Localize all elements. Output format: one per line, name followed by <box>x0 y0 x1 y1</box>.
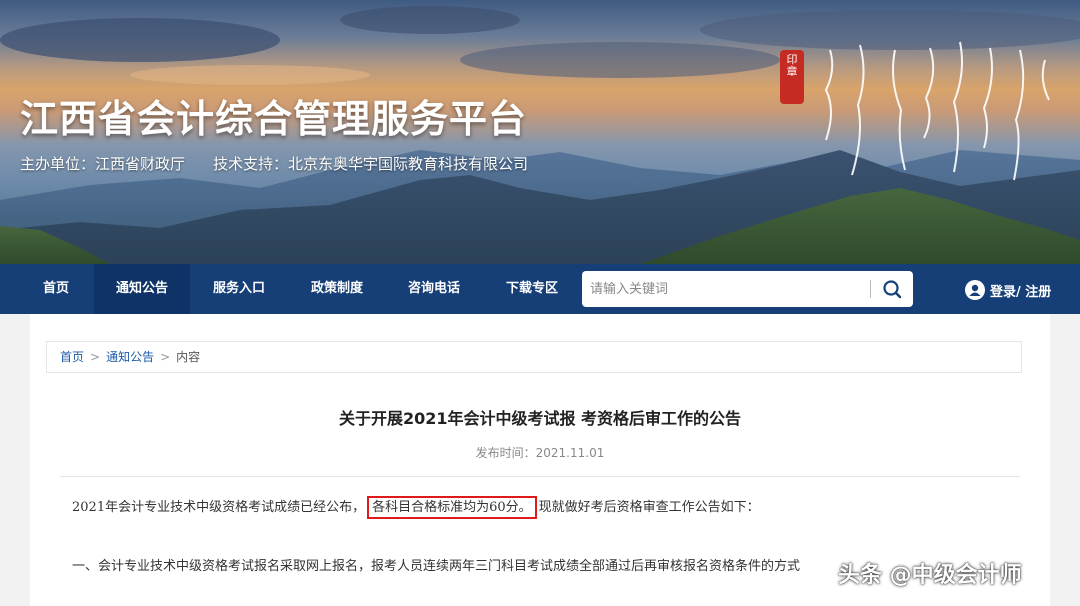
login-register-link[interactable]: 登录/ 注册 <box>965 279 1051 301</box>
nav-item-home[interactable]: 首页 <box>8 264 104 314</box>
header-banner: 印章 江西省会计综合管理服务平台 主办单位：江西省财政厅 技术支持：北京东奥华宇国… <box>0 0 1080 264</box>
nav-item-service[interactable]: 服务入口 <box>191 264 287 314</box>
breadcrumb-separator: > <box>160 350 171 364</box>
title-divider <box>60 476 1020 477</box>
tech-support: 技术支持：北京东奥华宇国际教育科技有限公司 <box>213 155 529 173</box>
para1-text-after: 现就做好考后资格审查工作公告如下： <box>538 500 760 515</box>
source-watermark: 头条 @中级会计师 <box>838 563 1022 588</box>
nav-item-notices[interactable]: 通知公告 <box>94 264 190 314</box>
article-paragraph-2: 一、会计专业技术中级资格考试报名采取网上报名，报考人员连续两年三门科目考试成绩全… <box>72 559 801 574</box>
breadcrumb-current: 内容 <box>176 350 201 364</box>
red-seal-stamp: 印章 <box>780 50 804 104</box>
search-input[interactable] <box>590 277 860 301</box>
site-title: 江西省会计综合管理服务平台 <box>20 97 528 141</box>
user-icon <box>965 280 985 300</box>
search-divider <box>870 280 871 298</box>
host-unit: 主办单位：江西省财政厅 <box>20 155 186 173</box>
article-paragraph-1: 2021年会计专业技术中级资格考试成绩已经公布， 各科目合格标准均为60分。 现就做… <box>72 496 760 519</box>
breadcrumb: 首页 > 通知公告 > 内容 <box>46 341 1022 373</box>
nav-item-policy[interactable]: 政策制度 <box>289 264 385 314</box>
search-icon <box>883 280 902 299</box>
para1-text-before: 2021年会计专业技术中级资格考试成绩已经公布， <box>72 500 366 515</box>
login-label: 登录/ 注册 <box>990 284 1052 300</box>
search-box <box>582 271 913 307</box>
nav-item-hotline[interactable]: 咨询电话 <box>386 264 482 314</box>
breadcrumb-home[interactable]: 首页 <box>60 350 84 364</box>
article-title: 关于开展2021年会计中级考试报 考资格后审工作的公告 <box>338 409 742 428</box>
site-subtitle: 主办单位：江西省财政厅 技术支持：北京东奥华宇国际教育科技有限公司 <box>20 153 528 174</box>
publish-date: 发布时间：2021.11.01 <box>475 446 605 460</box>
highlighted-pass-standard: 各科目合格标准均为60分。 <box>367 496 537 519</box>
nav-item-downloads[interactable]: 下载专区 <box>484 264 580 314</box>
main-nav: 首页 通知公告 服务入口 政策制度 咨询电话 下载专区 <box>0 264 1080 314</box>
search-button[interactable] <box>880 277 904 301</box>
breadcrumb-notices[interactable]: 通知公告 <box>106 350 154 364</box>
breadcrumb-separator: > <box>90 350 101 364</box>
